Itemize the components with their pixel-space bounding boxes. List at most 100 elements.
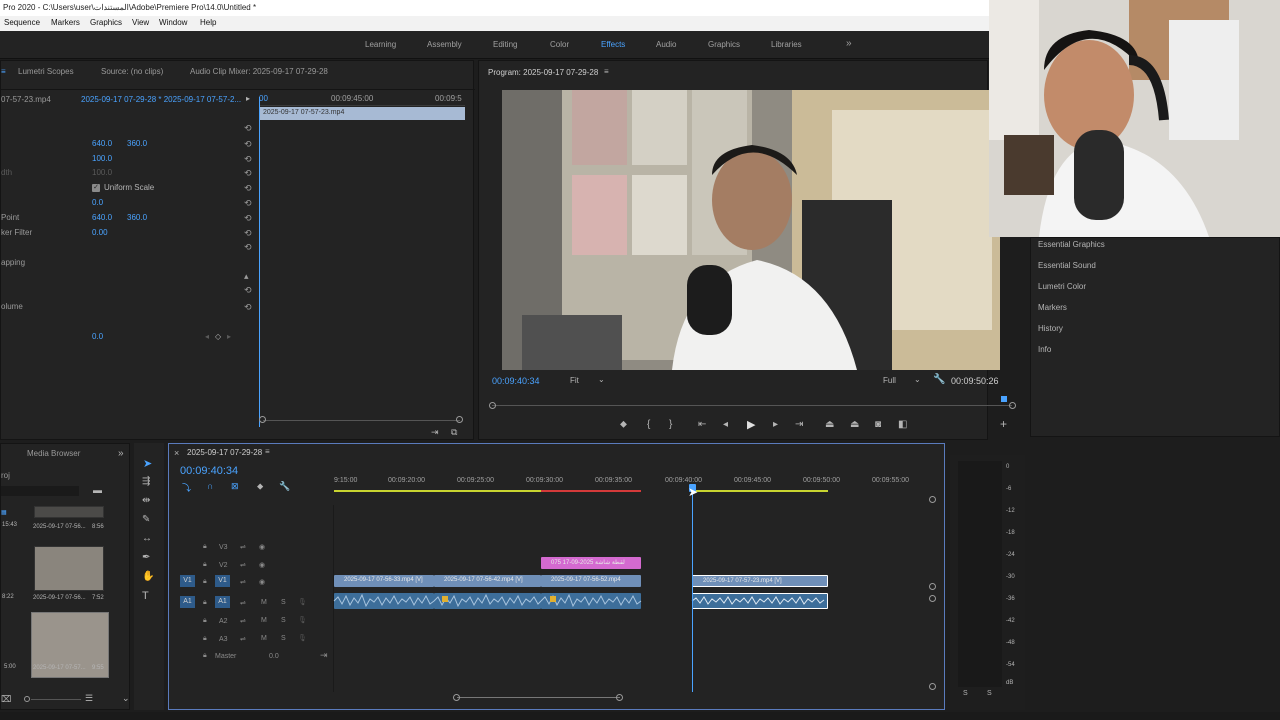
- filter-icon[interactable]: ⇥: [431, 427, 439, 438]
- timeline-video-clip[interactable]: 2025-09-17 07-56-42.mp4 [V]: [434, 575, 541, 587]
- clip-path-sequence[interactable]: 2025-09-17 07-29-28 * 2025-09-17 07-57-2…: [81, 95, 241, 104]
- media-thumbnail[interactable]: [34, 546, 104, 591]
- tab-audio-clip-mixer[interactable]: Audio Clip Mixer: 2025-09-17 07-29-28: [190, 67, 328, 76]
- track-label-a1[interactable]: A1: [215, 596, 230, 608]
- fit-dropdown[interactable]: Fit: [570, 376, 579, 385]
- pen-tool-icon[interactable]: ✒: [142, 552, 150, 563]
- panel-overflow-icon[interactable]: »: [118, 448, 124, 459]
- ec-clip-bar[interactable]: 2025-09-17 07-57-23.mp4: [259, 107, 465, 120]
- program-playhead[interactable]: [1001, 396, 1007, 402]
- sync-lock-icon[interactable]: ⇌: [240, 635, 246, 643]
- program-video-frame[interactable]: [502, 90, 1000, 370]
- panel-menu-icon[interactable]: ≡: [265, 447, 270, 456]
- menu-graphics[interactable]: Graphics: [90, 18, 122, 27]
- razor-tool-icon[interactable]: ✎: [142, 514, 150, 525]
- lock-icon[interactable]: ⌧: [1, 694, 11, 705]
- hand-tool-icon[interactable]: ✋: [142, 571, 154, 582]
- timeline-video-clip[interactable]: 2025-09-17 07-56-52.mp4: [541, 575, 641, 587]
- clip-path-master[interactable]: 07-57-23.mp4: [1, 95, 51, 104]
- add-keyframe-icon[interactable]: ◇: [215, 332, 221, 341]
- reset-icon[interactable]: ⟲: [244, 228, 252, 239]
- media-item-name[interactable]: 2025-09-17 07-56...: [33, 595, 86, 601]
- reset-icon[interactable]: ⟲: [244, 168, 252, 179]
- track-label-v1[interactable]: V1: [215, 575, 230, 587]
- reset-icon[interactable]: ⟲: [244, 123, 252, 134]
- eye-icon[interactable]: ◉: [259, 561, 265, 569]
- sync-lock-icon[interactable]: ⇌: [240, 543, 246, 551]
- lock-icon[interactable]: 🔒︎: [203, 652, 207, 660]
- vertical-scroll-handle-bottom[interactable]: [929, 683, 936, 690]
- close-sequence-icon[interactable]: ×: [174, 448, 179, 458]
- panel-lumetri-color[interactable]: Lumetri Color: [1038, 282, 1086, 291]
- ec-zoom-handle-left[interactable]: [259, 416, 266, 423]
- track-label-v2[interactable]: V2: [219, 562, 228, 569]
- mute-button[interactable]: M: [261, 617, 267, 624]
- media-thumbnail[interactable]: [34, 506, 104, 518]
- ec-zoom-handle-right[interactable]: [456, 416, 463, 423]
- ripple-edit-tool-icon[interactable]: ⇹: [142, 495, 150, 506]
- vertical-scroll-handle-top[interactable]: [929, 496, 936, 503]
- prev-keyframe-icon[interactable]: ◂: [205, 332, 209, 341]
- lock-icon[interactable]: 🔒︎: [203, 578, 207, 586]
- ec-playhead[interactable]: [259, 97, 260, 427]
- track-label-v3[interactable]: V3: [219, 544, 228, 551]
- reset-icon[interactable]: ⟲: [244, 302, 252, 313]
- timeline-graphic-clip[interactable]: 075 17-09-2025 لقطة شاشة: [541, 557, 641, 569]
- extract-icon[interactable]: ⏏: [850, 419, 859, 430]
- timeline-settings-wrench-icon[interactable]: 🔧: [279, 481, 290, 492]
- reset-icon[interactable]: ⟲: [244, 183, 252, 194]
- lock-icon[interactable]: 🔒︎: [203, 543, 207, 551]
- lock-icon[interactable]: 🔒︎: [203, 561, 207, 569]
- tab-media-browser[interactable]: Media Browser: [27, 449, 80, 458]
- ec-ruler[interactable]: 00 00:09:45:00 00:09:5: [259, 94, 465, 106]
- nest-icon[interactable]: ⤵: [182, 481, 191, 494]
- workspace-color[interactable]: Color: [550, 40, 569, 49]
- zoom-slider-handle[interactable]: [24, 696, 30, 702]
- zoom-slider[interactable]: [31, 699, 81, 700]
- track-label-a3[interactable]: A3: [219, 636, 228, 643]
- snap-icon[interactable]: ∩: [207, 481, 213, 491]
- go-to-out-icon[interactable]: ⇥: [795, 419, 803, 430]
- mic-icon[interactable]: 🎙︎: [298, 598, 307, 606]
- panel-history[interactable]: History: [1038, 324, 1063, 333]
- quality-dropdown[interactable]: Full: [883, 376, 896, 385]
- timeline-playhead[interactable]: [692, 486, 693, 692]
- workspace-effects[interactable]: Effects: [601, 40, 625, 49]
- menu-help[interactable]: Help: [200, 18, 216, 27]
- menu-view[interactable]: View: [132, 18, 149, 27]
- export-icon[interactable]: ⧉: [451, 427, 457, 438]
- vertical-scroll-handle[interactable]: [929, 583, 936, 590]
- timeline-video-clip-selected[interactable]: 2025-09-17 07-57-23.mp4 [V]: [692, 575, 828, 587]
- export-frame-icon[interactable]: ◙: [875, 419, 881, 430]
- panel-essential-sound[interactable]: Essential Sound: [1038, 261, 1096, 270]
- program-zoom-handle-left[interactable]: [489, 402, 496, 409]
- sync-lock-icon[interactable]: ⇌: [240, 578, 246, 586]
- tab-source[interactable]: Source: (no clips): [101, 67, 163, 76]
- reset-icon[interactable]: ⟲: [244, 198, 252, 209]
- workspace-assembly[interactable]: Assembly: [427, 40, 462, 49]
- timeline-video-clip[interactable]: 2025-09-17 07-56-33.mp4 [V]: [334, 575, 434, 587]
- horizontal-scroll-handle-left[interactable]: [453, 694, 460, 701]
- lock-icon[interactable]: 🔒︎: [203, 599, 207, 607]
- type-tool-icon[interactable]: T: [142, 590, 149, 602]
- workspace-libraries[interactable]: Libraries: [771, 40, 802, 49]
- meter-solo-right[interactable]: S: [987, 690, 992, 697]
- reset-icon[interactable]: ⟲: [244, 242, 252, 253]
- workspace-editing[interactable]: Editing: [493, 40, 517, 49]
- sync-lock-icon[interactable]: ⇌: [240, 617, 246, 625]
- reset-icon[interactable]: ⟲: [244, 213, 252, 224]
- eye-icon[interactable]: ◉: [259, 543, 265, 551]
- mark-out-icon[interactable]: }: [669, 419, 672, 430]
- step-back-icon[interactable]: ◂: [723, 419, 728, 430]
- panel-info[interactable]: Info: [1038, 345, 1051, 354]
- selection-tool-icon[interactable]: ➤: [143, 457, 152, 470]
- sync-lock-icon[interactable]: ⇌: [240, 561, 246, 569]
- button-editor-plus-icon[interactable]: +: [1000, 417, 1007, 431]
- new-bin-icon[interactable]: ▬: [93, 485, 102, 495]
- solo-button[interactable]: S: [281, 617, 286, 624]
- sequence-tab[interactable]: 2025-09-17 07-29-28: [187, 448, 262, 457]
- workspace-audio[interactable]: Audio: [656, 40, 676, 49]
- panel-markers[interactable]: Markers: [1038, 303, 1067, 312]
- horizontal-scroll-handle-right[interactable]: [616, 694, 623, 701]
- ec-zoom-scrollbar[interactable]: [263, 420, 460, 421]
